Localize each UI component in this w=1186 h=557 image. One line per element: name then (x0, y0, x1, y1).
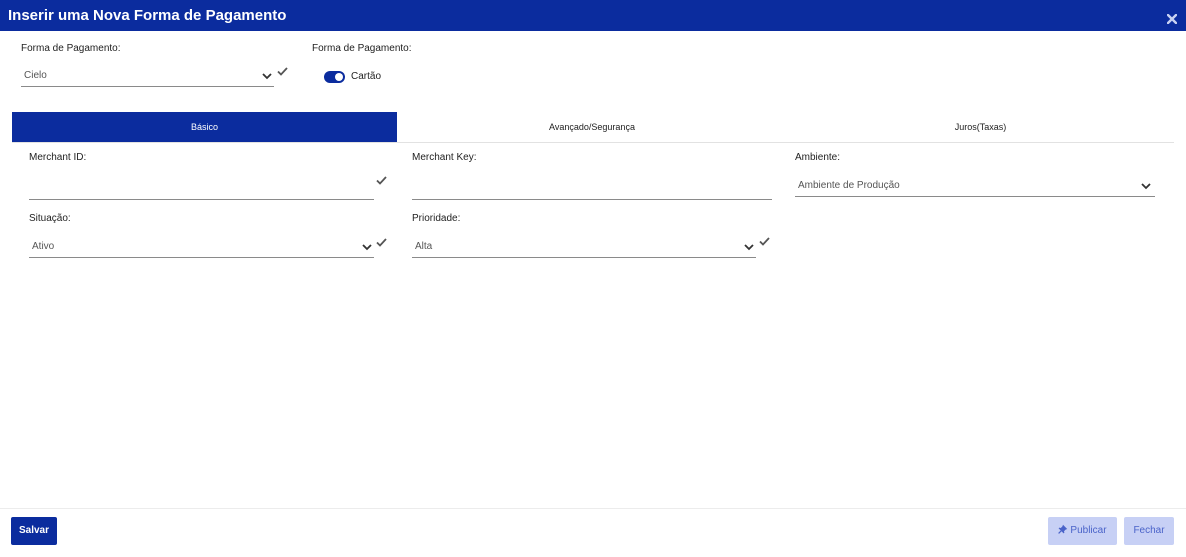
card-toggle[interactable] (324, 71, 345, 83)
toggle-knob (335, 73, 343, 81)
chevron-down-icon (1141, 183, 1151, 190)
merchant-key-input[interactable] (412, 180, 772, 200)
check-icon (376, 238, 387, 247)
tab-avancado-seguranca[interactable]: Avançado/Segurança (397, 112, 787, 142)
prioridade-select[interactable]: Alta (412, 238, 756, 258)
situacao-select[interactable]: Ativo (29, 238, 374, 258)
chevron-down-icon (262, 73, 272, 80)
close-button[interactable]: Fechar (1124, 517, 1174, 545)
payment-type-label: Forma de Pagamento: (312, 43, 412, 54)
publish-button[interactable]: Publicar (1048, 517, 1117, 545)
payment-method-select[interactable]: Cielo (21, 67, 274, 87)
window-title: Inserir uma Nova Forma de Pagamento (8, 7, 287, 24)
check-icon (277, 67, 288, 76)
merchant-key-label: Merchant Key: (412, 152, 477, 163)
tab-bar: Básico Avançado/Segurança Juros(Taxas) (12, 112, 1174, 143)
payment-method-label: Forma de Pagamento: (21, 43, 121, 54)
merchant-id-label: Merchant ID: (29, 152, 87, 163)
check-icon (376, 176, 387, 185)
publish-button-label: Publicar (1070, 525, 1107, 536)
save-button[interactable]: Salvar (11, 517, 57, 545)
chevron-down-icon (362, 244, 372, 251)
payment-method-value: Cielo (24, 70, 47, 81)
chevron-down-icon (744, 244, 754, 251)
situacao-value: Ativo (32, 241, 55, 252)
prioridade-value: Alta (415, 241, 433, 252)
close-icon[interactable] (1167, 14, 1177, 24)
title-bar: Inserir uma Nova Forma de Pagamento (0, 0, 1186, 31)
tab-juros-taxas[interactable]: Juros(Taxas) (787, 112, 1174, 142)
situacao-label: Situação: (29, 213, 71, 224)
tab-basico[interactable]: Básico (12, 112, 397, 142)
card-toggle-label: Cartão (351, 71, 382, 82)
ambiente-value: Ambiente de Produção (798, 180, 900, 191)
check-icon (759, 237, 770, 246)
pin-icon (1058, 524, 1068, 534)
ambiente-label: Ambiente: (795, 152, 841, 163)
footer-divider (0, 508, 1186, 509)
ambiente-select[interactable]: Ambiente de Produção (795, 177, 1155, 197)
prioridade-label: Prioridade: (412, 213, 461, 224)
merchant-id-input[interactable] (29, 180, 374, 200)
